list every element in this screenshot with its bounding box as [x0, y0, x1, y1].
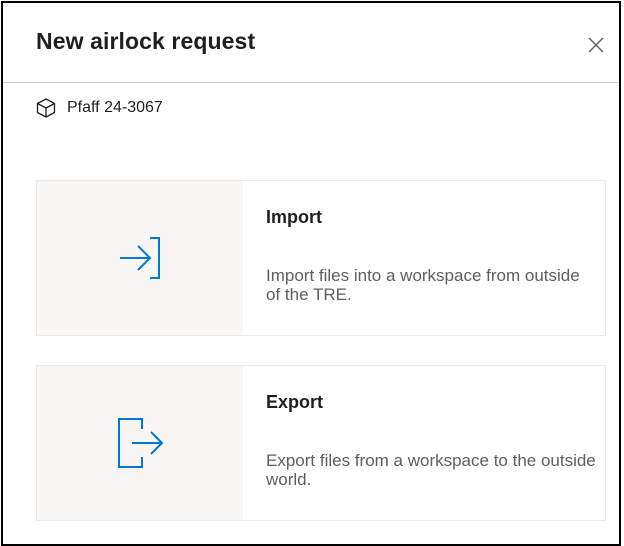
panel-title: New airlock request: [36, 28, 256, 54]
panel-header: New airlock request: [3, 3, 619, 83]
import-card-body: Import Import files into a workspace fro…: [243, 181, 605, 335]
workspace-label: Pfaff 24-3067: [35, 96, 163, 120]
import-description: Import files into a workspace from outsi…: [266, 266, 580, 304]
export-option-card[interactable]: Export Export files from a workspace to …: [36, 365, 606, 521]
export-title: Export: [266, 392, 324, 412]
close-button[interactable]: [585, 34, 607, 56]
import-title: Import: [266, 207, 322, 227]
workspace-name: Pfaff 24-3067: [67, 99, 163, 116]
export-card-body: Export Export files from a workspace to …: [243, 366, 605, 520]
import-icon-area: [37, 181, 243, 335]
export-arrow-icon: [118, 418, 164, 468]
export-icon-area: [37, 366, 243, 520]
export-description: Export files from a workspace to the out…: [266, 451, 596, 489]
import-option-card[interactable]: Import Import files into a workspace fro…: [36, 180, 606, 336]
import-arrow-icon: [120, 237, 160, 279]
airlock-request-panel: New airlock request Pfaff 24-3067 Import…: [1, 1, 621, 546]
close-icon: [588, 37, 604, 53]
cube-icon: [36, 98, 56, 118]
